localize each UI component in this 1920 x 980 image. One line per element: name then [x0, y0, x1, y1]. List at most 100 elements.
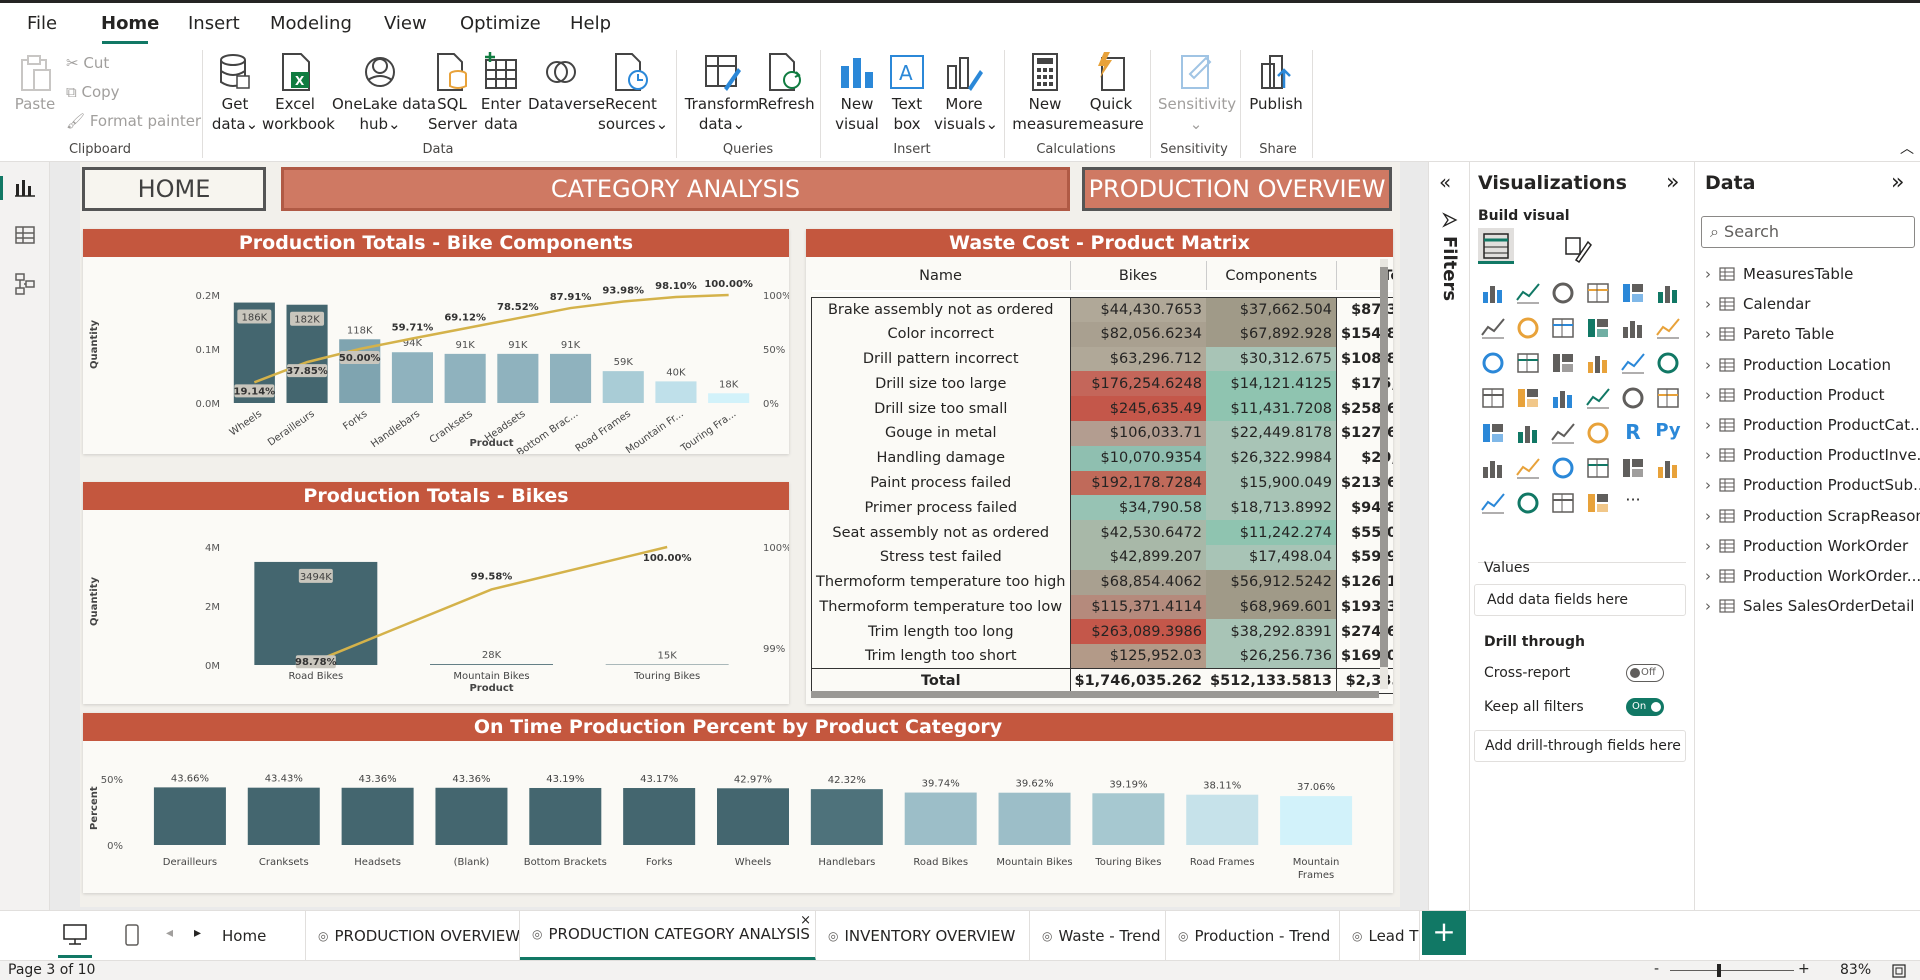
close-tab-icon[interactable]: × — [800, 913, 811, 928]
matrix-vertical-scrollbar[interactable] — [1380, 259, 1388, 689]
cross-report-toggle[interactable]: Off — [1626, 664, 1664, 682]
zoom-slider[interactable] — [1670, 970, 1794, 971]
drill-through-field-well[interactable]: Add drill-through fields here — [1474, 730, 1686, 762]
data-table-item[interactable]: › Production ProductCat... — [1705, 415, 1920, 435]
zoom-in-button[interactable]: + — [1798, 961, 1810, 977]
more-visuals-icon[interactable]: ··· — [1620, 490, 1646, 516]
data-table-item[interactable]: › Production ProductInve... — [1705, 445, 1920, 465]
format-visual-icon[interactable] — [1562, 234, 1592, 264]
fit-to-page-icon[interactable] — [1892, 964, 1906, 978]
publish-button[interactable]: Publish — [1248, 52, 1304, 114]
matrix-column-header[interactable]: Name — [811, 261, 1071, 292]
r-visual-icon[interactable]: R — [1620, 420, 1646, 446]
sensitivity-button[interactable]: Sensitivity ⌄ — [1158, 52, 1236, 134]
ontime-chart[interactable]: 0% 50%Percent 43.66% Derailleurs 43.43% Crank… — [83, 741, 1393, 893]
slicer-icon[interactable] — [1515, 420, 1541, 446]
sql-server-button[interactable]: SQL Server — [428, 52, 477, 134]
collapse-ribbon-icon[interactable]: ︿ — [1900, 138, 1914, 158]
category-analysis-nav-button[interactable]: CATEGORY ANALYSIS — [281, 167, 1070, 211]
paginated-report-icon[interactable] — [1655, 455, 1681, 481]
page-tab[interactable]: ◎ INVENTORY OVERVIEW — [816, 911, 1030, 961]
components-chart-card[interactable]: Production Totals - Bike Components 0.0M… — [83, 229, 808, 459]
scatter-icon[interactable] — [1550, 350, 1576, 376]
copy-button[interactable]: ⧉ Copy — [66, 83, 120, 101]
clustered-bar-icon[interactable] — [1550, 280, 1576, 306]
matrix-row[interactable]: Drill size too small $245,635.49 $11,431.7… — [811, 396, 1393, 421]
new-visual-button[interactable]: New visual — [832, 52, 882, 134]
stacked-area-icon[interactable] — [1550, 315, 1576, 341]
line-column-icon[interactable] — [1585, 315, 1611, 341]
menu-help[interactable]: Help — [570, 13, 611, 34]
matrix-row[interactable]: Handling damage $10,070.9354 $26,322.9984 $… — [811, 445, 1393, 471]
components-chart[interactable]: 0.0M0.1M0.2M0%50%100%QuantityPareto perP… — [83, 257, 808, 459]
dataverse-button[interactable]: Dataverse — [528, 52, 605, 114]
multirow-card-icon[interactable] — [1655, 385, 1681, 411]
data-table-item[interactable]: › Sales SalesOrderDetail — [1705, 596, 1914, 616]
scroll-tabs-left-icon[interactable]: ◂ — [166, 925, 173, 941]
data-table-item[interactable]: › Production Location — [1705, 355, 1891, 375]
collapse-filters-icon[interactable]: « — [1439, 170, 1451, 194]
waterfall-icon[interactable] — [1480, 350, 1506, 376]
more-visuals-button[interactable]: More visuals⌄ — [934, 52, 998, 134]
qa-icon[interactable] — [1550, 455, 1576, 481]
custom-visual-4-icon[interactable] — [1585, 490, 1611, 516]
100-bar-icon[interactable] — [1620, 280, 1646, 306]
gauge-icon[interactable] — [1585, 385, 1611, 411]
excel-workbook-button[interactable]: X Excel workbook — [262, 52, 335, 134]
menu-home[interactable]: Home — [101, 13, 159, 34]
paste-button[interactable]: Paste — [14, 54, 56, 114]
refresh-button[interactable]: Refresh — [758, 52, 815, 114]
cut-button[interactable]: ✂ Cut — [66, 54, 109, 72]
azure-map-icon[interactable] — [1550, 385, 1576, 411]
page-tab[interactable]: ◎ Waste - Trend — [1030, 911, 1166, 961]
treemap-icon[interactable] — [1655, 350, 1681, 376]
menu-file[interactable]: File — [27, 13, 57, 34]
data-table-item[interactable]: › Production WorkOrder... — [1705, 566, 1920, 586]
map-icon[interactable] — [1480, 385, 1506, 411]
matrix-row[interactable]: Gouge in metal $106,033.71 $22,449.8178 $12… — [811, 420, 1393, 446]
ontime-chart-card[interactable]: On Time Production Percent by Product Ca… — [83, 713, 1393, 893]
custom-visual-2-icon[interactable] — [1515, 490, 1541, 516]
matrix-row[interactable]: Color incorrect $82,056.6234 $67,892.928 $1… — [811, 321, 1393, 347]
scroll-tabs-right-icon[interactable]: ▸ — [194, 925, 201, 941]
100-column-icon[interactable] — [1655, 280, 1681, 306]
get-data-button[interactable]: Get data⌄ — [210, 52, 260, 134]
table-view-icon[interactable] — [14, 224, 36, 246]
waste-cost-matrix-card[interactable]: Waste Cost - Product Matrix Name Bikes Com… — [806, 229, 1393, 704]
zoom-slider-thumb[interactable] — [1717, 964, 1721, 977]
build-visual-tab[interactable] — [1478, 228, 1514, 264]
data-table-item[interactable]: › Calendar — [1705, 294, 1810, 314]
python-visual-icon[interactable]: Py — [1655, 420, 1681, 446]
matrix-row[interactable]: Thermoform temperature too low $115,371.4… — [811, 594, 1393, 620]
matrix-row[interactable]: Paint process failed $192,178.7284 $15,900… — [811, 470, 1393, 496]
text-box-button[interactable]: A Text box — [884, 52, 930, 134]
key-influencers-icon[interactable] — [1480, 455, 1506, 481]
quick-measure-button[interactable]: Quick measure — [1078, 52, 1144, 134]
menu-modeling[interactable]: Modeling — [270, 13, 352, 34]
page-tab[interactable]: ◎ PRODUCTION OVERVIEW — [306, 911, 520, 961]
values-field-well[interactable]: Add data fields here — [1474, 584, 1686, 616]
kpi-icon[interactable] — [1480, 420, 1506, 446]
onelake-data-hub-button[interactable]: OneLake data hub⌄ — [332, 52, 436, 134]
filters-pane[interactable]: « Filters — [1428, 162, 1470, 910]
menu-insert[interactable]: Insert — [188, 13, 240, 34]
matrix-row[interactable]: Seat assembly not as ordered $42,530.6472… — [811, 520, 1393, 545]
custom-visual-3-icon[interactable] — [1550, 490, 1576, 516]
add-page-button[interactable]: + — [1422, 911, 1466, 955]
data-table-item[interactable]: › Pareto Table — [1705, 324, 1834, 344]
zoom-out-button[interactable]: - — [1654, 961, 1659, 977]
model-view-icon[interactable] — [14, 272, 36, 296]
data-search-input[interactable]: ⌕ Search — [1701, 216, 1915, 248]
desktop-layout-icon[interactable] — [62, 923, 88, 947]
matrix-row[interactable]: Trim length too long $263,089.3986 $38,292… — [811, 619, 1393, 645]
matrix-row[interactable]: Primer process failed $34,790.58 $18,713.8… — [811, 495, 1393, 521]
page-tab[interactable]: ◎ Lead T — [1340, 911, 1420, 961]
enter-data-button[interactable]: Enter data — [478, 52, 524, 134]
expand-data-icon[interactable]: » — [1891, 170, 1904, 195]
stacked-bar-icon[interactable] — [1480, 280, 1506, 306]
bikes-chart-card[interactable]: Production Totals - Bikes 0M 2M 4M 99% 100% Q… — [83, 482, 808, 704]
matrix-row[interactable]: Trim length too short $125,952.03 $26,256.… — [811, 644, 1393, 669]
custom-visual-1-icon[interactable] — [1480, 490, 1506, 516]
menu-view[interactable]: View — [384, 13, 427, 34]
matrix-row[interactable]: Drill pattern incorrect $63,296.712 $30,31… — [811, 346, 1393, 372]
